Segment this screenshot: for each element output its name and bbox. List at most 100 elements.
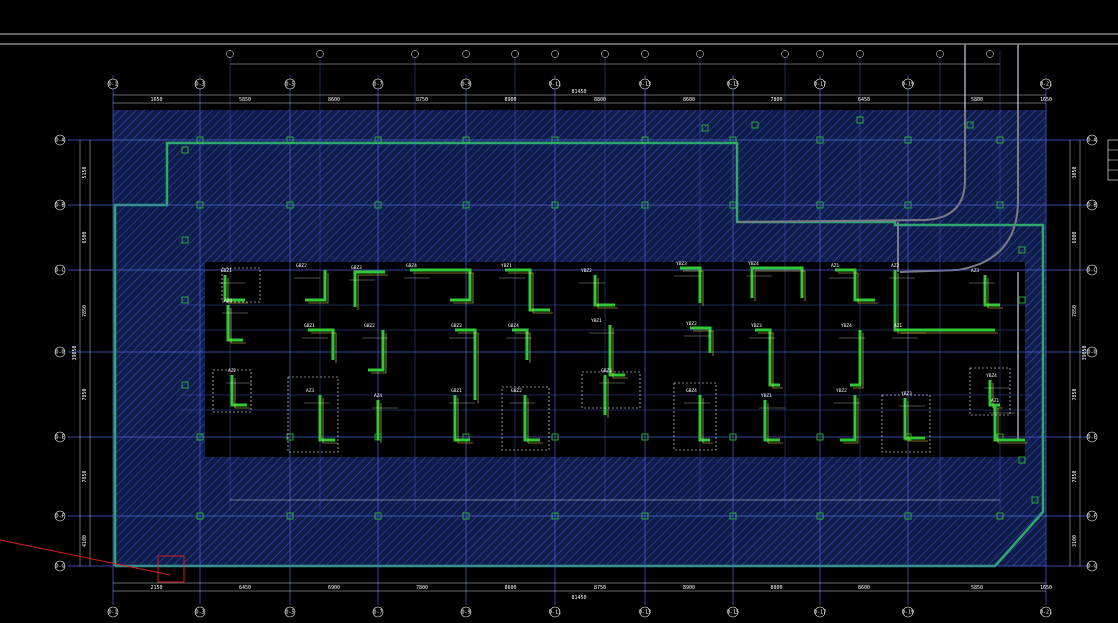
grid-bubble-top-label: D-13 <box>639 82 651 88</box>
wall-tag: GBZ2 <box>296 263 307 269</box>
dim-label-bottom: 8800 <box>770 585 782 591</box>
dim-label-left: 7850 <box>82 305 88 317</box>
dim-label-top: 1650 <box>150 97 162 103</box>
side-legend <box>1107 139 1118 181</box>
grid-bubble-small <box>641 50 649 58</box>
cad-drawing-canvas[interactable]: 1650 5850 8600 8750 8900 8800 8600 7800 6450 5800… <box>0 0 1118 623</box>
wall-tag: GBZ3 <box>601 368 612 374</box>
grid-bubble-top-label: D-21 <box>1040 82 1052 88</box>
grid-bubble-small <box>936 50 944 58</box>
wall-tag: YBZ1 <box>501 263 512 269</box>
grid-bubble-left-label: D-D <box>55 350 64 356</box>
dim-label-right: 6800 <box>1072 231 1078 243</box>
dim-label-right: 3050 <box>1072 166 1078 178</box>
grid-bubble-bottom-label: D-5 <box>285 610 294 616</box>
dim-label-left: 6500 <box>82 231 88 243</box>
grid-bubble-small <box>511 50 519 58</box>
dim-label-top: 8600 <box>683 97 695 103</box>
grid-bubble-small <box>781 50 789 58</box>
dim-label-right: 7850 <box>1072 388 1078 400</box>
grid-bubble-bottom-label: D-21 <box>1040 610 1052 616</box>
grid-bubble-bottom-label: D-15 <box>727 610 739 616</box>
dim-label-left: 7850 <box>82 388 88 400</box>
grid-bubble-small <box>856 50 864 58</box>
dim-label-left: 4100 <box>82 535 88 547</box>
wall-tag: GBZ1 <box>451 388 462 394</box>
dim-label-bottom: 2150 <box>150 585 162 591</box>
grid-bubble-small <box>462 50 470 58</box>
wall-tag: AZ1 <box>991 398 999 404</box>
grid-bubble-bottom-label: D-3 <box>195 610 204 616</box>
dim-total-left: 39050 <box>72 345 78 360</box>
wall-tag: YBZ3 <box>676 261 687 267</box>
dim-label-top: 1650 <box>1040 97 1052 103</box>
dim-label-bottom: 5850 <box>971 585 983 591</box>
wall-tag: GBZ1 <box>304 323 315 329</box>
grid-bubble-top-label: D-11 <box>549 82 561 88</box>
wall-tag: YBZ2 <box>686 321 697 327</box>
wall-tag: AZ2 <box>228 368 236 374</box>
dim-label-top: 8800 <box>594 97 606 103</box>
wall-tag: YBZ4 <box>986 373 997 379</box>
dim-label-bottom: 1650 <box>1040 585 1052 591</box>
grid-bubble-small <box>601 50 609 58</box>
grid-bubble-bottom-label: D-7 <box>373 610 382 616</box>
wall-tag: YBZ1 <box>761 393 772 399</box>
wall-tag: GBZ3 <box>351 265 362 271</box>
wall-tag: GBZ1 <box>221 268 232 274</box>
grid-bubble-small <box>316 50 324 58</box>
dim-label-left: 5150 <box>82 166 88 178</box>
grid-bubble-small <box>696 50 704 58</box>
wall-tag: GBZ2 <box>364 323 375 329</box>
wall-tag: YBZ2 <box>836 388 847 394</box>
grid-bubble-top-label: D-9 <box>461 82 470 88</box>
grid-bubble-left-label: D-E <box>55 435 64 441</box>
wall-tag: AZ4 <box>374 393 382 399</box>
grid-bubble-bottom-label: D-9 <box>461 610 470 616</box>
wall-tag: AZ1 <box>894 323 902 329</box>
dim-label-bottom: 8600 <box>504 585 516 591</box>
dim-label-bottom: 8750 <box>594 585 606 591</box>
dim-label-top: 8600 <box>328 97 340 103</box>
wall-tag: YBZ1 <box>591 318 602 324</box>
grid-bubble-bottom-label: D-11 <box>549 610 561 616</box>
dim-label-top: 5850 <box>239 97 251 103</box>
grid-bubble-right-label: D-D <box>1087 350 1096 356</box>
grid-bubble-bottom-label: D-19 <box>902 610 914 616</box>
grid-bubble-small <box>411 50 419 58</box>
grid-bubble-left-label: D-A <box>55 138 64 144</box>
grid-bubble-top-label: D-15 <box>727 82 739 88</box>
dim-label-top: 6450 <box>858 97 870 103</box>
wall-tag: GBZ3 <box>451 323 462 329</box>
dim-label-right: 7850 <box>1072 470 1078 482</box>
dim-label-bottom: 6900 <box>328 585 340 591</box>
dim-label-bottom: 6450 <box>239 585 251 591</box>
dim-label-top: 8750 <box>416 97 428 103</box>
grid-bubble-top-label: D-5 <box>285 82 294 88</box>
grid-bubble-right-label: D-G <box>1087 564 1096 570</box>
wall-tag: AZ2 <box>891 263 899 269</box>
wall-tag: YBZ2 <box>581 268 592 274</box>
grid-bubble-top-label: D-19 <box>902 82 914 88</box>
grid-bubble-top-label: D-3 <box>195 82 204 88</box>
drawing-frame-top <box>0 33 1118 45</box>
grid-bubble-left-label: D-F <box>55 514 64 520</box>
wall-tag: AZ3 <box>971 268 979 274</box>
grid-bubble-bottom-label: D-17 <box>814 610 826 616</box>
grid-bubble-top-label: D-17 <box>814 82 826 88</box>
wall-tag: YBZ3 <box>901 391 912 397</box>
dim-label-top: 5800 <box>971 97 983 103</box>
wall-tag: GBZ4 <box>508 323 519 329</box>
wall-tag: AZ3 <box>306 388 314 394</box>
grid-bubble-right-label: D-B <box>1087 203 1096 209</box>
grid-bubble-left-label: D-C <box>55 268 64 274</box>
dim-label-right: 7850 <box>1072 305 1078 317</box>
wall-tag: YBZ4 <box>748 261 759 267</box>
grid-bubble-bottom-label: D-13 <box>639 610 651 616</box>
grid-bubble-small <box>816 50 824 58</box>
dim-label-bottom: 7800 <box>416 585 428 591</box>
grid-bubble-top-label: D-7 <box>373 82 382 88</box>
grid-bubble-small <box>551 50 559 58</box>
wall-tag: GBZ4 <box>686 388 697 394</box>
grid-bubble-small <box>986 50 994 58</box>
